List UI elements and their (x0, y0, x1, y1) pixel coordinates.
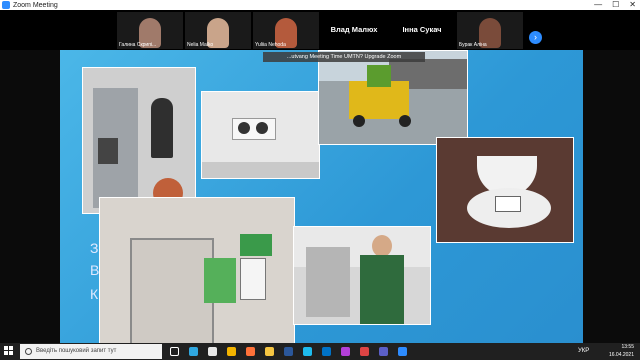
photo-trailer-machine (318, 50, 468, 145)
participant-tile[interactable]: Nelia Malko (185, 12, 251, 49)
tray-language[interactable]: УКР (578, 348, 589, 354)
participant-name: Nelia Malko (187, 42, 214, 48)
participant-tile[interactable]: Влад Малюх (321, 12, 387, 49)
window-titlebar: Zoom Meeting — ☐ ✕ (0, 0, 640, 10)
participant-tile[interactable]: Галина Скрипі... (117, 12, 183, 49)
outlook-icon[interactable] (322, 347, 331, 356)
chrome-icon[interactable] (227, 347, 236, 356)
file-explorer-icon[interactable] (265, 347, 274, 356)
edge-icon[interactable] (189, 347, 198, 356)
teams-icon[interactable] (379, 347, 388, 356)
word-icon[interactable] (284, 347, 293, 356)
shared-screen: З В К ...utvang Meeting Time UMTN? Upgra… (60, 50, 583, 344)
slide-text: З (90, 240, 99, 256)
slide-text: К (90, 286, 99, 302)
search-icon (25, 348, 32, 355)
zoom-icon[interactable] (398, 347, 407, 356)
media-icon[interactable] (360, 347, 369, 356)
participant-name: Галина Скрипі... (119, 42, 157, 48)
store-icon[interactable] (208, 347, 217, 356)
participant-gallery: Галина Скрипі... Nelia Malko Yuliia Neho… (0, 10, 640, 50)
photo-white-equipment (436, 137, 574, 243)
photo-packaging-machine (82, 67, 196, 214)
participant-tile[interactable]: Yuliia Nehoda (253, 12, 319, 49)
participant-name: Інна Сукач (402, 25, 442, 34)
window-title: Zoom Meeting (13, 1, 58, 9)
zoom-logo-icon (2, 1, 10, 9)
photo-cold-room-unit (201, 91, 320, 179)
close-button[interactable]: ✕ (629, 0, 636, 10)
photo-coldroom-door (99, 197, 295, 344)
recording-banner: ...utvang Meeting Time UMTN? Upgrade Zoo… (263, 52, 425, 62)
slide-text: В (90, 262, 100, 278)
participant-name: Бурак Аліна (459, 42, 487, 48)
task-view-icon[interactable] (170, 347, 179, 356)
minimize-button[interactable]: — (594, 0, 602, 10)
taskbar-search-input[interactable]: Введіть пошуковий запит тут (20, 344, 162, 359)
edge-alt-icon[interactable] (303, 347, 312, 356)
windows-taskbar: Введіть пошуковий запит тут УКР 13:55 16… (0, 343, 640, 360)
windows-start-icon[interactable] (4, 346, 14, 356)
participant-name: Yuliia Nehoda (255, 42, 286, 48)
participant-tile[interactable]: Бурак Аліна (457, 12, 523, 49)
photos-icon[interactable] (341, 347, 350, 356)
tray-time: 13:55 (621, 344, 634, 350)
next-page-button[interactable]: › (529, 31, 542, 44)
tray-date: 16.04.2021 (608, 352, 634, 358)
maximize-button[interactable]: ☐ (612, 0, 619, 10)
photo-man-presenting (293, 226, 431, 325)
participant-tile[interactable]: Інна Сукач (389, 12, 455, 49)
firefox-icon[interactable] (246, 347, 255, 356)
participant-name: Влад Малюх (330, 25, 378, 34)
search-placeholder: Введіть пошуковий запит тут (36, 348, 117, 354)
window-controls: — ☐ ✕ (594, 0, 636, 10)
tray-clock[interactable]: 13:55 16.04.2021 (609, 343, 634, 359)
